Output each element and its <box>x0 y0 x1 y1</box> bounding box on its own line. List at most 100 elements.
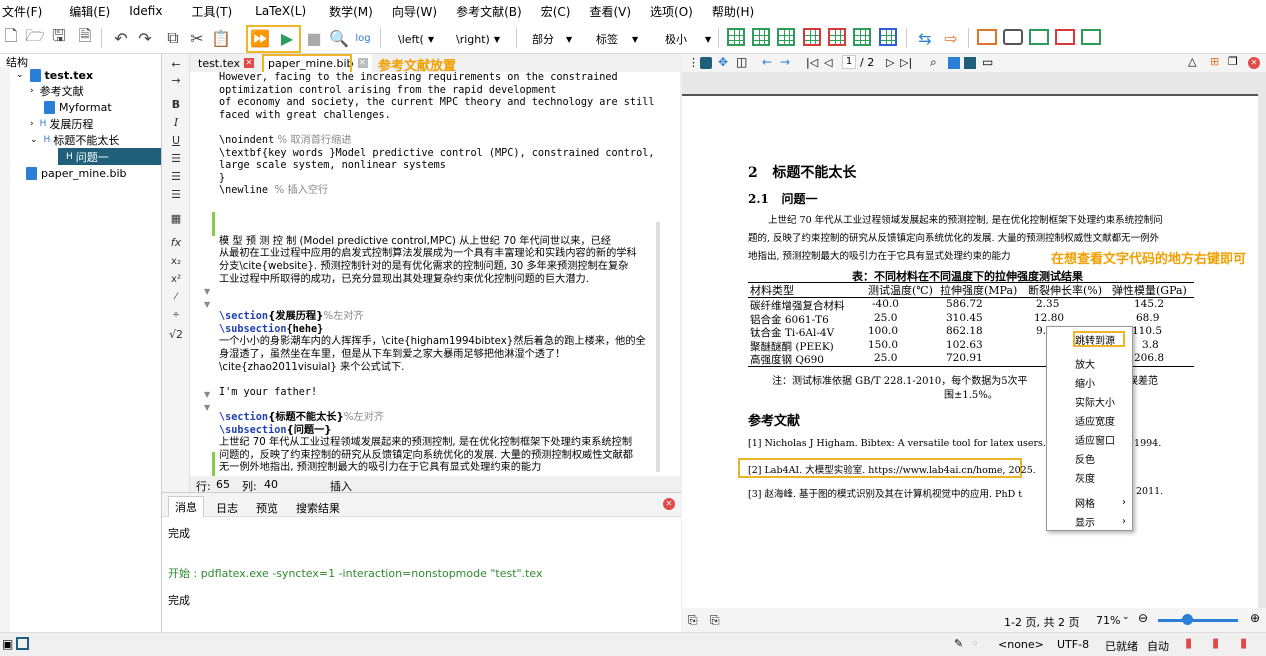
menu-item-fit-width[interactable]: 适应宽度 <box>1047 411 1134 429</box>
pdf-viewer[interactable]: 2 标题不能太长 2.1 问题一 上世纪 70 年代从工业过程领域发展起来的预测… <box>682 72 1266 608</box>
menu-options[interactable]: 选项(O) <box>648 3 706 20</box>
remove-row-icon[interactable] <box>803 28 821 46</box>
chevron-down-icon[interactable]: ⌄ <box>1122 612 1130 622</box>
arrange-icon[interactable]: ⊞ <box>1210 55 1219 68</box>
new-file-icon[interactable]: 🗋 <box>0 26 22 49</box>
tree-item-question-one[interactable]: H 问题一 <box>66 149 109 165</box>
collapse-icon[interactable]: △ <box>1188 55 1196 68</box>
bookmark-icon[interactable]: ▮ <box>1185 636 1192 651</box>
menu-item-invert[interactable]: 反色 <box>1047 449 1134 467</box>
tab-test-tex[interactable]: test.tex ✕ <box>194 54 258 72</box>
label-select[interactable]: 标签 ▼ <box>596 30 638 48</box>
close-file-icon[interactable]: 🗎 <box>74 26 96 49</box>
fold-icon[interactable]: ▼ <box>204 300 210 309</box>
fit-page-icon[interactable] <box>964 57 976 69</box>
move-icon[interactable]: ✥ <box>718 55 728 69</box>
tree-item-myformat[interactable]: Myformat <box>44 99 112 115</box>
zoom-slider[interactable] <box>1158 619 1238 622</box>
left-delimiter-select[interactable]: \left(▼ <box>398 30 434 48</box>
fold-icon[interactable]: ▼ <box>204 390 210 399</box>
zoom-out-icon[interactable]: ⊖ <box>1138 611 1148 625</box>
last-page-icon[interactable]: ▷| <box>900 56 912 69</box>
tree-item-test-tex[interactable]: ⌄ test.tex <box>16 67 93 83</box>
dictionary-select[interactable]: <none> <box>998 638 1044 651</box>
search-icon[interactable]: ⌕ <box>930 55 937 70</box>
stop-icon[interactable]: ■ <box>303 27 325 49</box>
tabular-icon[interactable] <box>727 28 745 46</box>
menu-item-grayscale[interactable]: 灰度 <box>1047 468 1134 486</box>
tree-item-paper-bib[interactable]: paper_mine.bib <box>26 165 127 181</box>
panel-icon[interactable]: ▣ <box>2 637 13 651</box>
menu-item-actual-size[interactable]: 实际大小 <box>1047 392 1134 410</box>
menu-view[interactable]: 查看(V) <box>587 3 644 20</box>
align-right-icon[interactable]: ☰ <box>162 188 190 201</box>
sync-right-icon[interactable]: ⎘ <box>710 613 720 628</box>
forward-arrow-icon[interactable]: → <box>780 55 790 69</box>
highlight-box-icon[interactable] <box>1081 29 1101 45</box>
cut-column-icon[interactable] <box>853 28 871 46</box>
forward-arrow-icon[interactable]: → <box>162 74 190 87</box>
language-icon[interactable]: ◦ <box>972 637 979 650</box>
back-arrow-icon[interactable]: ← <box>762 55 772 69</box>
window-icon[interactable]: ❐ <box>1228 55 1238 68</box>
italic-icon[interactable]: I <box>162 116 190 129</box>
cut-icon[interactable]: ✂ <box>186 27 208 49</box>
comment-icon[interactable] <box>1003 29 1023 45</box>
sync-icon[interactable] <box>700 57 712 69</box>
menu-edit[interactable]: 编辑(E) <box>67 3 123 20</box>
undo-icon[interactable]: ↶ <box>110 27 132 49</box>
right-delimiter-select[interactable]: \right) ▼ <box>456 30 500 48</box>
dfrac-icon[interactable]: ÷ <box>162 310 190 320</box>
menu-file[interactable]: 文件(F) <box>0 3 55 20</box>
paste-icon[interactable]: 📋 <box>210 27 232 49</box>
menu-math[interactable]: 数学(M) <box>327 3 386 20</box>
menu-item-grid[interactable]: 网格 › <box>1047 493 1134 511</box>
highlight-red-icon[interactable] <box>1055 29 1075 45</box>
encoding-select[interactable]: UTF-8 <box>1057 638 1089 651</box>
menu-item-zoom-out[interactable]: 缩小 <box>1047 373 1134 391</box>
insert-image-icon[interactable]: ▦ <box>162 212 190 225</box>
part-select[interactable]: 部分 ▼ <box>532 30 572 48</box>
paste-column-icon[interactable] <box>879 28 897 46</box>
add-column-icon[interactable] <box>777 28 795 46</box>
view-pdf-icon[interactable]: 🔍 <box>328 27 350 49</box>
tree-item-history[interactable]: › H 发展历程 <box>30 116 93 132</box>
first-page-icon[interactable]: |◁ <box>806 56 818 69</box>
align-columns-icon[interactable]: ⇆ <box>914 27 936 49</box>
menu-item-jump-to-source[interactable]: 跳转到源 <box>1047 330 1134 348</box>
menu-item-fit-window[interactable]: 适应窗口 <box>1047 430 1134 448</box>
superscript-icon[interactable]: x² <box>162 274 190 285</box>
bookmark-icon[interactable]: ▮ <box>1240 636 1247 651</box>
compile-icon[interactable]: ▶ <box>276 27 298 49</box>
menu-macro[interactable]: 宏(C) <box>539 3 584 20</box>
zoom-in-icon[interactable]: ⊕ <box>1250 611 1260 625</box>
close-icon[interactable]: ✕ <box>357 58 368 68</box>
menu-item-zoom-in[interactable]: 放大 <box>1047 354 1134 372</box>
tab-log[interactable]: 日志 <box>210 498 244 518</box>
build-and-view-icon[interactable]: ⏩ <box>249 27 271 49</box>
bold-icon[interactable]: B <box>162 98 190 111</box>
redo-icon[interactable]: ↷ <box>134 27 156 49</box>
tab-search-results[interactable]: 搜索结果 <box>290 498 346 518</box>
add-row-icon[interactable] <box>752 28 770 46</box>
math-icon[interactable]: fx <box>162 236 190 249</box>
menu-help[interactable]: 帮助(H) <box>710 3 767 20</box>
menu-item-show[interactable]: 显示 › <box>1047 512 1134 530</box>
highlight-green-icon[interactable] <box>1029 29 1049 45</box>
prev-page-icon[interactable]: ◁ <box>824 56 832 69</box>
page-input[interactable]: 1 <box>842 55 856 69</box>
split-view-icon[interactable]: ◫ <box>736 55 747 69</box>
bookmark-icon[interactable]: ▮ <box>1212 636 1219 651</box>
save-icon[interactable]: 🖫 <box>48 26 70 49</box>
menu-latex[interactable]: LaTeX(L) <box>253 4 319 18</box>
spellcheck-icon[interactable]: ✎ <box>954 637 963 650</box>
underline-icon[interactable]: U <box>162 134 190 147</box>
zoom-level[interactable]: 71% <box>1096 614 1120 627</box>
close-icon[interactable]: ✕ <box>1248 57 1260 69</box>
status-auto[interactable]: 自动 <box>1147 638 1169 654</box>
menu-tools[interactable]: 工具(T) <box>189 3 245 20</box>
fit-width-icon[interactable] <box>948 57 960 69</box>
menu-icon[interactable]: ⋮ <box>688 56 699 69</box>
tab-messages[interactable]: 消息 <box>168 496 204 517</box>
tree-item-bibliography[interactable]: › 参考文献 <box>30 83 84 99</box>
